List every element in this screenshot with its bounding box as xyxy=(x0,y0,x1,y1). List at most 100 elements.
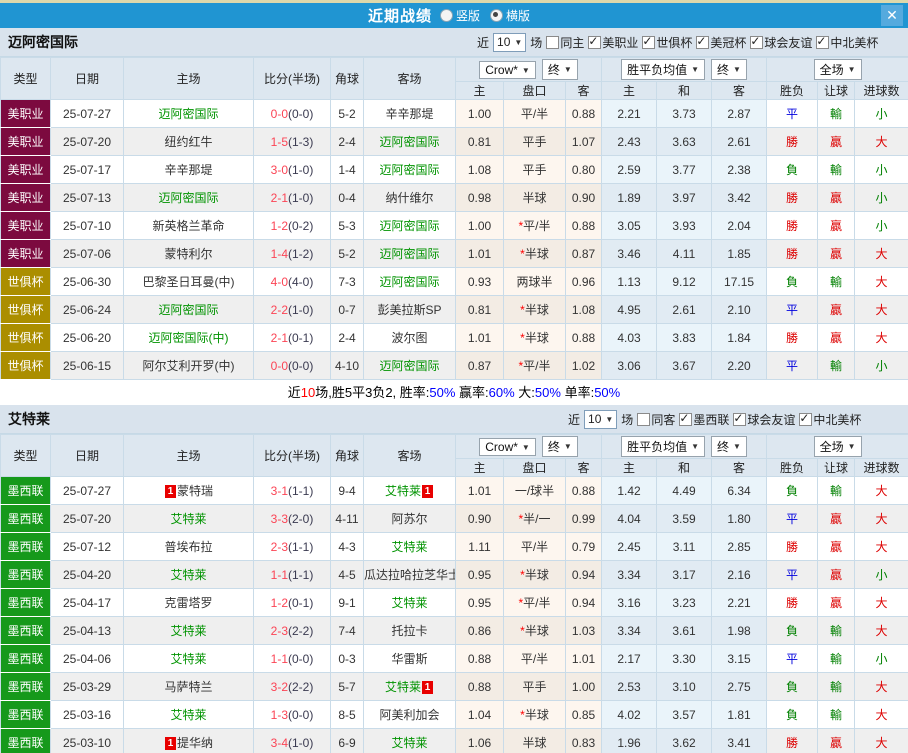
score-cell: 1-1(1-1) xyxy=(254,561,331,589)
matches-table: 类型日期主场比分(半场)角球客场Crow*▼终▼胜平负均值▼终▼全场▼主盘口客主… xyxy=(0,434,908,753)
handicap-cell: *半/一 xyxy=(504,505,566,533)
avg-home: 3.34 xyxy=(602,617,657,645)
avg-home: 2.21 xyxy=(602,100,657,128)
home-team-name: 辛辛那堤 xyxy=(164,163,212,177)
score-cell: 2-2(1-0) xyxy=(254,296,331,324)
odds-away: 1.07 xyxy=(566,128,602,156)
filter-checkbox-中北美杯[interactable]: 中北美杯 xyxy=(816,34,878,51)
column-header-客场: 客场 xyxy=(364,435,456,477)
odds-source-group: Crow*▼ 终▼ xyxy=(456,58,602,82)
avg-away: 1.98 xyxy=(712,617,767,645)
odds-source-select[interactable]: Crow*▼ xyxy=(479,61,536,79)
filter-checkbox-球会友谊[interactable]: 球会友谊 xyxy=(733,411,795,428)
near-label: 近 xyxy=(568,411,580,428)
result-wdl: 負 xyxy=(767,268,818,296)
league-type-cell: 美职业 xyxy=(1,128,51,156)
odds-home: 1.00 xyxy=(456,100,504,128)
odds-away: 0.94 xyxy=(566,589,602,617)
filter-checkbox-美冠杯[interactable]: 美冠杯 xyxy=(696,34,746,51)
match-row: 墨西联25-04-17克雷塔罗1-2(0-1)9-1艾特莱0.95*平/半0.9… xyxy=(1,589,908,617)
league-type-cell: 墨西联 xyxy=(1,533,51,561)
odds-final-select[interactable]: 终▼ xyxy=(542,436,578,457)
avg-away: 2.38 xyxy=(712,156,767,184)
match-row: 美职业25-07-27迈阿密国际0-0(0-0)5-2辛辛那堤1.00平/半0.… xyxy=(1,100,908,128)
league-type-cell: 墨西联 xyxy=(1,701,51,729)
filter-checkbox-中北美杯[interactable]: 中北美杯 xyxy=(799,411,861,428)
subcolumn-header-胜负: 胜负 xyxy=(767,459,818,477)
match-date: 25-07-13 xyxy=(51,184,124,212)
filter-checkbox-label: 球会友谊 xyxy=(747,411,795,428)
avg-select[interactable]: 胜平负均值▼ xyxy=(621,436,705,457)
result-wdl: 負 xyxy=(767,701,818,729)
scope-select[interactable]: 全场▼ xyxy=(814,59,862,80)
avg-away: 2.87 xyxy=(712,100,767,128)
avg-final-select[interactable]: 终▼ xyxy=(711,436,747,457)
result-handicap: 輸 xyxy=(818,645,855,673)
away-team-cell: 瓜达拉哈拉芝华士 xyxy=(364,561,456,589)
red-card-badge: 1 xyxy=(422,485,433,498)
match-row: 墨西联25-04-13艾特莱2-3(2-2)7-4托拉卡0.86*半球1.033… xyxy=(1,617,908,645)
result-goals: 大 xyxy=(855,505,908,533)
match-row: 墨西联25-03-29马萨特兰3-2(2-2)5-7艾特莱10.88平手1.00… xyxy=(1,673,908,701)
avg-draw: 9.12 xyxy=(657,268,712,296)
result-wdl: 勝 xyxy=(767,729,818,753)
close-icon[interactable]: ✕ xyxy=(881,5,903,26)
chevron-down-icon: ▼ xyxy=(733,65,741,74)
result-handicap: 輸 xyxy=(818,617,855,645)
odds-away: 0.90 xyxy=(566,184,602,212)
avg-draw: 3.73 xyxy=(657,100,712,128)
league-type-cell: 世俱杯 xyxy=(1,268,51,296)
filter-checkbox-世俱杯[interactable]: 世俱杯 xyxy=(642,34,692,51)
avg-home: 4.04 xyxy=(602,505,657,533)
filter-checkbox-球会友谊[interactable]: 球会友谊 xyxy=(750,34,812,51)
odds-source-select[interactable]: Crow*▼ xyxy=(479,438,536,456)
team-name: 迈阿密国际 xyxy=(0,32,78,52)
chevron-down-icon: ▼ xyxy=(514,38,522,47)
filter-checkbox-同主[interactable]: 同主 xyxy=(546,34,584,51)
odds-home: 0.81 xyxy=(456,128,504,156)
half-time-score: (1-0) xyxy=(288,303,313,317)
games-count-select[interactable]: 10▼ xyxy=(584,410,617,429)
away-team-cell: 迈阿密国际 xyxy=(364,240,456,268)
away-team-cell: 彭美拉斯SP xyxy=(364,296,456,324)
team-filter-bar: 迈阿密国际近10▼场同主美职业世俱杯美冠杯球会友谊中北美杯 xyxy=(0,28,908,57)
avg-final-select[interactable]: 终▼ xyxy=(711,59,747,80)
result-handicap: 贏 xyxy=(818,240,855,268)
home-team-cell: 艾特莱 xyxy=(124,505,254,533)
filter-checkbox-墨西联[interactable]: 墨西联 xyxy=(679,411,729,428)
odds-away: 0.85 xyxy=(566,701,602,729)
away-team-cell: 迈阿密国际 xyxy=(364,128,456,156)
avg-draw: 3.63 xyxy=(657,128,712,156)
odds-away: 0.88 xyxy=(566,324,602,352)
home-team-cell: 艾特莱 xyxy=(124,561,254,589)
avg-draw: 4.11 xyxy=(657,240,712,268)
away-team-name: 华雷斯 xyxy=(391,652,427,666)
result-goals: 大 xyxy=(855,240,908,268)
titlebar: 近期战绩 竖版 横版 ✕ xyxy=(0,3,908,28)
filter-checkbox-同客[interactable]: 同客 xyxy=(637,411,675,428)
radio-vertical-layout[interactable]: 竖版 xyxy=(440,7,480,24)
filter-checkbox-美职业[interactable]: 美职业 xyxy=(588,34,638,51)
radio-horizontal-layout[interactable]: 横版 xyxy=(490,7,530,24)
games-count-select[interactable]: 10▼ xyxy=(493,33,526,52)
home-team-name: 艾特莱 xyxy=(170,652,206,666)
games-label: 场 xyxy=(530,34,542,51)
match-date: 25-07-06 xyxy=(51,240,124,268)
odds-away: 0.88 xyxy=(566,100,602,128)
odds-home: 1.06 xyxy=(456,729,504,753)
home-team-name: 艾特莱 xyxy=(170,568,206,582)
result-wdl: 平 xyxy=(767,561,818,589)
result-goals: 大 xyxy=(855,617,908,645)
odds-final-select[interactable]: 终▼ xyxy=(542,59,578,80)
result-handicap: 輸 xyxy=(818,701,855,729)
subcolumn-header-让球: 让球 xyxy=(818,82,855,100)
avg-select[interactable]: 胜平负均值▼ xyxy=(621,59,705,80)
odds-home: 1.01 xyxy=(456,477,504,505)
odds-away: 1.02 xyxy=(566,352,602,380)
summary-segment: 50% xyxy=(535,385,561,400)
away-team-cell: 托拉卡 xyxy=(364,617,456,645)
odds-away: 1.01 xyxy=(566,645,602,673)
result-wdl: 負 xyxy=(767,673,818,701)
scope-select[interactable]: 全场▼ xyxy=(814,436,862,457)
filter-controls: 近10▼场同主美职业世俱杯美冠杯球会友谊中北美杯 xyxy=(477,28,878,56)
